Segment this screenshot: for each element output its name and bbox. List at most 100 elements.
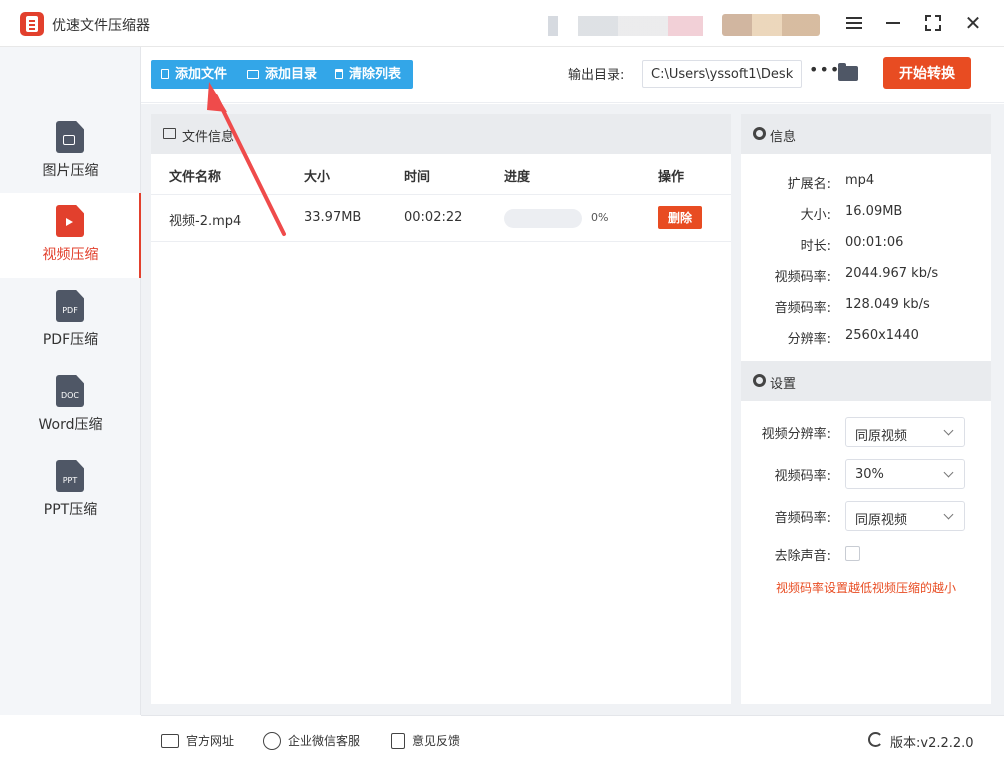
sidebar-item-label: 视频压缩	[42, 247, 99, 263]
feedback-link[interactable]: 意见反馈	[391, 732, 460, 749]
clear-list-label: 清除列表	[349, 67, 402, 82]
image-icon	[163, 128, 176, 139]
info-label: 扩展名:	[787, 177, 831, 192]
wechat-label: 企业微信客服	[288, 734, 361, 748]
add-file-button[interactable]: 添加文件	[161, 60, 227, 89]
file-name-cell: 视频-2.mp4	[169, 214, 242, 229]
footer: 官方网址 企业微信客服 意见反馈 版本:v2.2.2.0	[141, 715, 1004, 763]
start-convert-button[interactable]: 开始转换	[883, 57, 971, 89]
open-folder-icon[interactable]	[838, 63, 858, 81]
sidebar-item-pdf-compress[interactable]: PDF PDF压缩	[0, 278, 141, 363]
file-info-panel: 文件信息 文件名称 大小 时间 进度 操作 视频-2.mp4 33.97MB 0…	[151, 114, 731, 704]
setting-label: 视频码率:	[774, 469, 831, 484]
info-value: 16.09MB	[845, 204, 903, 219]
clear-list-button[interactable]: 清除列表	[335, 60, 401, 89]
feedback-icon	[391, 733, 405, 749]
sidebar-item-label: PDF压缩	[42, 332, 99, 348]
column-header-name: 文件名称	[169, 170, 222, 185]
sidebar-item-label: Word压缩	[38, 417, 103, 433]
bitrate-hint: 视频码率设置越低视频压缩的越小	[775, 581, 956, 595]
sidebar: 图片压缩 视频压缩 PDF PDF压缩 DOC Word压缩 PPT PPT压缩	[0, 47, 141, 715]
setting-label: 音频码率:	[774, 511, 831, 526]
progress-bar	[504, 209, 582, 228]
info-panel-header: 信息	[741, 114, 991, 154]
setting-audio-bitrate: 音频码率: 同原视频	[741, 501, 991, 531]
file-actions-group: 添加文件 添加目录 清除列表	[151, 60, 413, 89]
column-header-progress: 进度	[504, 170, 531, 185]
chevron-down-icon	[943, 509, 954, 520]
folder-outline-icon	[247, 70, 259, 79]
audio-bitrate-select[interactable]: 同原视频	[845, 501, 965, 531]
info-row-duration: 时长: 00:01:06	[741, 235, 991, 255]
setting-label: 去除声音:	[774, 549, 831, 564]
setting-remove-audio: 去除声音:	[741, 543, 991, 573]
sidebar-item-label: PPT压缩	[43, 502, 98, 518]
add-folder-label: 添加目录	[265, 67, 318, 82]
file-panel-header: 文件信息	[151, 114, 731, 154]
info-value: 00:01:06	[845, 235, 904, 250]
blurred-user-avatar[interactable]	[722, 14, 820, 36]
refresh-icon[interactable]	[868, 732, 883, 747]
setting-video-resolution: 视频分辨率: 同原视频	[741, 417, 991, 447]
more-dots-icon[interactable]: •••	[809, 62, 839, 78]
settings-panel: 设置 视频分辨率: 同原视频 视频码率: 30% 音频码率: 同原视频 去除声音…	[741, 361, 991, 704]
feedback-label: 意见反馈	[412, 734, 461, 748]
info-value: mp4	[845, 173, 875, 188]
info-row-video-bitrate: 视频码率: 2044.967 kb/s	[741, 266, 991, 286]
info-label: 大小:	[800, 208, 831, 223]
delete-button[interactable]: 删除	[658, 206, 702, 229]
info-panel-title: 信息	[770, 130, 797, 145]
output-dir-input[interactable]	[642, 60, 802, 88]
select-value: 同原视频	[855, 429, 908, 444]
sidebar-item-word-compress[interactable]: DOC Word压缩	[0, 363, 141, 448]
add-folder-button[interactable]: 添加目录	[247, 60, 317, 89]
settings-panel-header: 设置	[741, 361, 991, 401]
app-logo-icon	[20, 12, 44, 36]
title-bar: 优速文件压缩器 ✕	[0, 0, 1004, 47]
info-label: 时长:	[800, 239, 831, 254]
sidebar-item-ppt-compress[interactable]: PPT PPT压缩	[0, 448, 141, 533]
version-text: 版本:v2.2.2.0	[890, 736, 974, 751]
info-label: 视频码率:	[774, 270, 831, 285]
chevron-down-icon	[943, 425, 954, 436]
app-title: 优速文件压缩器	[52, 18, 150, 34]
column-header-action: 操作	[658, 170, 685, 185]
toolbar: 添加文件 添加目录 清除列表 输出目录: ••• 开始转换	[141, 47, 1004, 103]
select-value: 30%	[855, 467, 884, 482]
setting-label: 视频分辨率:	[761, 427, 831, 442]
sidebar-item-image-compress[interactable]: 图片压缩	[0, 109, 141, 194]
image-glyph-icon	[63, 135, 75, 145]
video-resolution-select[interactable]: 同原视频	[845, 417, 965, 447]
website-icon	[161, 734, 179, 748]
wechat-support-link[interactable]: 企业微信客服	[263, 732, 360, 750]
info-row-audio-bitrate: 音频码率: 128.049 kb/s	[741, 297, 991, 317]
info-label: 分辨率:	[787, 332, 831, 347]
gear-icon	[753, 127, 766, 140]
trash-icon	[335, 69, 343, 79]
output-dir-label: 输出目录:	[568, 68, 625, 83]
minimize-icon[interactable]	[880, 10, 906, 36]
table-row[interactable]: 视频-2.mp4 33.97MB 00:02:22 0% 删除	[151, 194, 731, 242]
close-icon[interactable]: ✕	[960, 10, 986, 36]
sidebar-item-label: 图片压缩	[42, 163, 99, 179]
remove-audio-checkbox[interactable]	[845, 546, 860, 561]
info-row-extension: 扩展名: mp4	[741, 173, 991, 193]
select-value: 同原视频	[855, 513, 908, 528]
chat-bubble-icon	[263, 732, 281, 750]
info-value: 2560x1440	[845, 328, 919, 343]
website-link[interactable]: 官方网址	[161, 732, 234, 749]
file-size-cell: 33.97MB	[304, 210, 362, 225]
maximize-icon[interactable]	[920, 10, 946, 36]
video-bitrate-select[interactable]: 30%	[845, 459, 965, 489]
chevron-down-icon	[943, 467, 954, 478]
website-label: 官方网址	[186, 734, 235, 748]
add-file-label: 添加文件	[175, 67, 228, 82]
menu-icon[interactable]	[841, 10, 867, 36]
blurred-account-info	[548, 16, 703, 36]
column-header-size: 大小	[304, 170, 331, 185]
progress-percent: 0%	[591, 211, 609, 224]
info-label: 音频码率:	[774, 301, 831, 316]
doc-tag: DOC	[60, 391, 80, 400]
info-row-resolution: 分辨率: 2560x1440	[741, 328, 991, 348]
sidebar-item-video-compress[interactable]: 视频压缩	[0, 193, 141, 278]
